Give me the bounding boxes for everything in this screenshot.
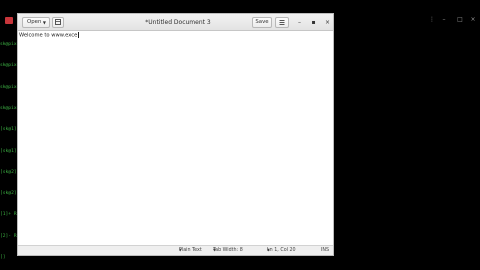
cursor-position-label: Ln 1, Col 20 [267, 248, 296, 253]
editor-content: Welcome to www.exce [19, 32, 79, 39]
menu-button[interactable] [275, 17, 289, 28]
open-button-label: Open [27, 19, 42, 25]
open-button[interactable]: Open ▼ [22, 17, 50, 28]
minimize-icon[interactable]: – [294, 17, 305, 28]
chevron-down-icon: ▼ [179, 248, 182, 252]
insert-mode-indicator: INS [321, 248, 330, 253]
chevron-down-icon: ▼ [213, 248, 216, 252]
header-bar: Open ▼ *Untitled Document 3 Save – ▪ × [18, 14, 333, 31]
editor-text-line: Welcome to www.exce [19, 32, 78, 39]
tray-minimize-icon[interactable]: – [440, 16, 448, 24]
text-editor-window: Open ▼ *Untitled Document 3 Save – ▪ × W… [17, 13, 334, 256]
status-bar: Plain Text ▼ Tab Width: 8 ▼ Ln 1, Col 20… [18, 245, 333, 255]
tab-width-label: Tab Width: 8 [213, 248, 243, 253]
tray-dots-icon[interactable]: ⋮ [428, 16, 436, 24]
text-editor-area[interactable]: Welcome to www.exce [18, 31, 333, 247]
tray-maximize-icon[interactable]: □ [456, 16, 464, 24]
tray-close-icon[interactable]: × [469, 16, 477, 24]
maximize-icon[interactable]: ▪ [308, 17, 319, 28]
text-cursor [78, 32, 79, 38]
terminal-app-icon[interactable] [5, 17, 13, 24]
language-label: Plain Text [179, 248, 202, 253]
close-icon[interactable]: × [322, 17, 333, 28]
chevron-down-icon: ▼ [267, 248, 270, 252]
pin-icon [55, 19, 61, 25]
new-tab-button[interactable] [52, 17, 64, 28]
hamburger-menu-icon [279, 20, 285, 25]
save-button[interactable]: Save [252, 17, 272, 28]
chevron-down-icon: ▼ [42, 20, 46, 25]
window-title: *Untitled Document 3 [145, 19, 211, 26]
